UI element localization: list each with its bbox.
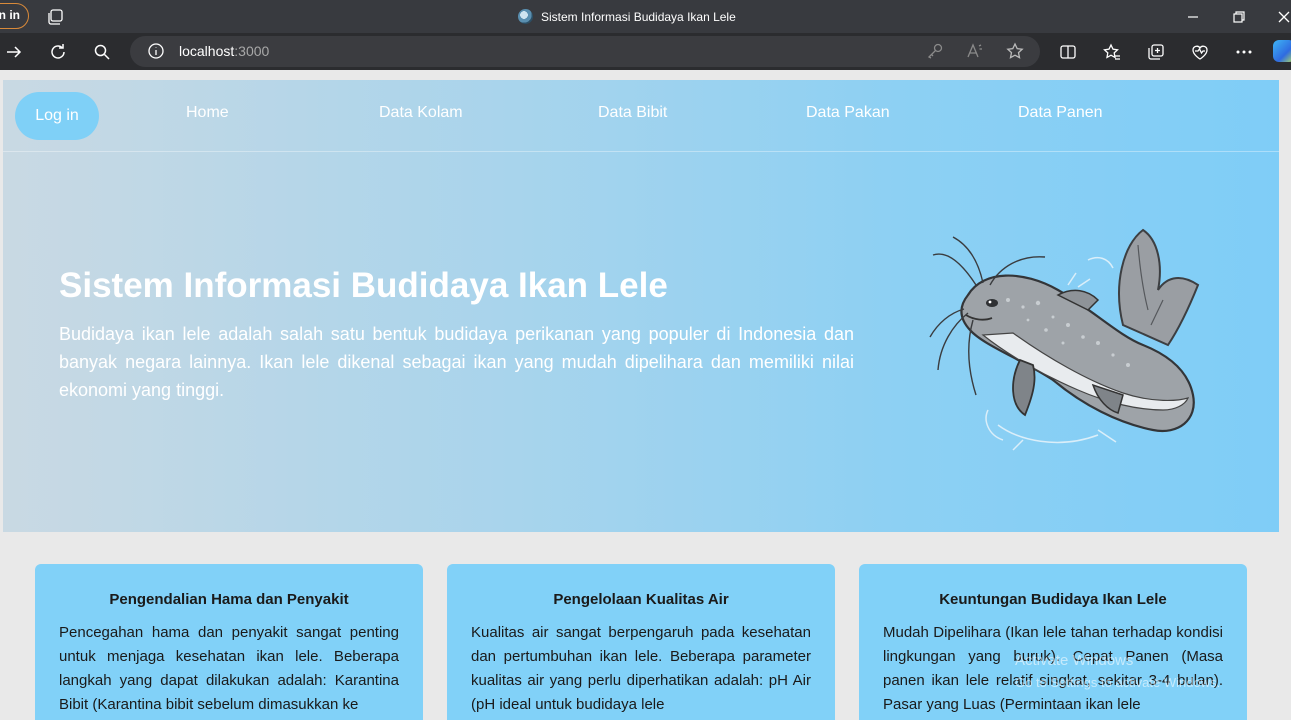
card-text: Mudah Dipelihara (Ikan lele tahan terhad… — [883, 624, 1223, 713]
site-navbar: Log in Home Data Kolam Data Bibit Data P… — [3, 80, 1279, 152]
hero-description: Budidaya ikan lele adalah salah satu ben… — [59, 324, 854, 400]
nav-link-data-kolam[interactable]: Data Kolam — [379, 104, 463, 122]
card-pest-control: Pengendalian Hama dan Penyakit Pencegaha… — [35, 564, 423, 720]
nav-link-data-panen[interactable]: Data Panen — [1018, 104, 1103, 122]
card-title: Pengelolaan Kualitas Air — [553, 591, 729, 608]
card-water-quality: Pengelolaan Kualitas Air Kualitas air sa… — [447, 564, 835, 720]
split-screen-icon[interactable] — [1058, 42, 1078, 62]
browser-titlebar: n in Sistem Informasi Budidaya Ikan Lele — [0, 0, 1291, 33]
minimize-icon[interactable] — [1183, 7, 1203, 27]
nav-link-data-pakan[interactable]: Data Pakan — [806, 104, 890, 122]
hero-title: Sistem Informasi Budidaya Ikan Lele — [59, 266, 668, 305]
card-benefits: Keuntungan Budidaya Ikan Lele Mudah Dipe… — [859, 564, 1247, 720]
collections-icon[interactable] — [1146, 42, 1166, 62]
tab-title-text: Sistem Informasi Budidaya Ikan Lele — [541, 9, 736, 24]
url-text[interactable]: localhost:3000 — [179, 36, 269, 67]
address-bar[interactable]: localhost:3000 — [130, 36, 1040, 67]
card-title: Pengendalian Hama dan Penyakit — [109, 591, 349, 608]
read-aloud-icon[interactable] — [966, 42, 984, 60]
site-info-icon[interactable] — [147, 42, 165, 60]
card-text: Kualitas air sangat berpengaruh pada kes… — [471, 624, 811, 713]
hero-section: Log in Home Data Kolam Data Bibit Data P… — [3, 80, 1279, 532]
copilot-icon[interactable] — [1273, 40, 1291, 62]
catfish-illustration — [929, 228, 1200, 451]
refresh-icon[interactable] — [48, 42, 68, 62]
url-port: :3000 — [234, 43, 270, 59]
site-favicon-icon — [518, 9, 533, 24]
nav-link-data-bibit[interactable]: Data Bibit — [598, 104, 667, 122]
favorite-star-icon[interactable] — [1006, 42, 1024, 60]
forward-icon[interactable] — [4, 42, 24, 62]
browser-toolbar: localhost:3000 — [0, 33, 1291, 70]
favorites-icon[interactable] — [1102, 42, 1122, 62]
search-icon[interactable] — [92, 42, 112, 62]
tab-actions-icon[interactable] — [46, 8, 64, 26]
restore-icon[interactable] — [1229, 7, 1249, 27]
profile-button[interactable]: n in — [0, 3, 29, 29]
card-text: Pencegahan hama dan penyakit sangat pent… — [59, 624, 399, 713]
login-button[interactable]: Log in — [15, 92, 99, 140]
nav-link-home[interactable]: Home — [186, 104, 229, 122]
close-icon[interactable] — [1274, 7, 1291, 27]
url-host: localhost — [179, 43, 235, 59]
card-title: Keuntungan Budidaya Ikan Lele — [939, 591, 1167, 608]
more-icon[interactable] — [1234, 42, 1254, 62]
key-icon[interactable] — [926, 42, 944, 60]
browser-essentials-icon[interactable] — [1190, 42, 1210, 62]
active-tab[interactable]: Sistem Informasi Budidaya Ikan Lele — [518, 0, 736, 33]
